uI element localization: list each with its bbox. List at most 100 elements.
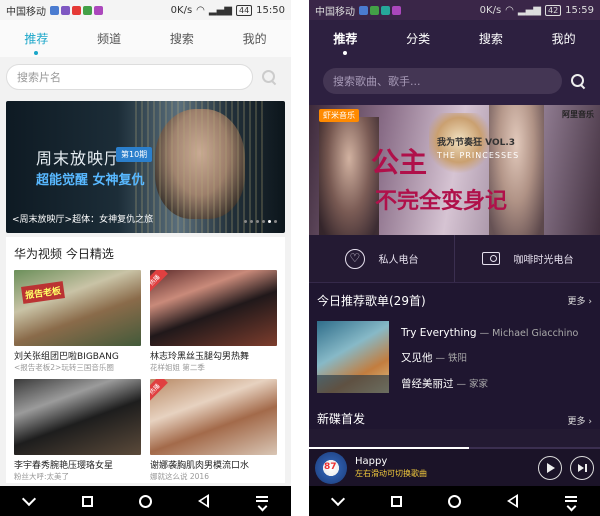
screen-divider	[291, 0, 309, 516]
search-input[interactable]: 搜索歌曲、歌手...	[323, 68, 562, 94]
progress-fill	[309, 447, 470, 449]
new-albums-header: 新碟首发 更多 ›	[309, 409, 600, 429]
music-app-screen: 中国移动 0K/s ◠ ▂▄▆ 42 15:59 推荐 分类 搜索 我的 搜索歌…	[309, 0, 600, 516]
carousel-dot-active	[268, 220, 271, 223]
play-button[interactable]	[538, 455, 562, 480]
episode-badge: 第10期	[116, 147, 153, 162]
section-title: 华为视频 今日精选	[14, 247, 114, 261]
notification-app-icon	[94, 5, 103, 15]
video-thumbnail: 热播	[150, 379, 277, 455]
nav-collapse-button[interactable]	[17, 489, 41, 513]
song-item[interactable]: 又见他 — 铁阳	[401, 350, 578, 365]
recommend-playlist: Try Everything — Michael Giacchino 又见他 — 铁…	[309, 317, 600, 409]
video-card[interactable]: 报告老板 刘关张组团巴啦BIGBANG <报告老板2>玩转三国音乐圈	[14, 270, 141, 373]
banner-english-title: THE PRINCESSES	[437, 151, 520, 160]
carousel-dot	[262, 220, 265, 223]
tab-recommend[interactable]: 推荐	[325, 24, 365, 53]
video-card[interactable]: 热播 谢娜袭胸肌肉男模流口水 娜就这么说 2016	[150, 379, 277, 482]
song-artist: — Michael Giacchino	[479, 327, 579, 339]
carousel-dots	[244, 220, 277, 223]
song-artist: — 家家	[456, 379, 489, 391]
search-row: 搜索歌曲、歌手...	[309, 57, 600, 105]
banner-photo	[489, 105, 544, 235]
nav-recents-button[interactable]	[75, 489, 99, 513]
more-link[interactable]: 更多 ›	[568, 294, 592, 307]
nav-collapse-button[interactable]	[326, 489, 350, 513]
nav-notification-button[interactable]	[559, 489, 583, 513]
heart-icon	[344, 248, 365, 269]
playback-progress	[309, 447, 600, 449]
notification-app-icon	[61, 5, 70, 15]
video-card[interactable]: 热播 林志玲黑丝玉腿勾男热舞 花样姐姐 第二季	[150, 270, 277, 373]
xiami-logo: 虾米音乐	[319, 109, 359, 122]
status-bar: 中国移动 0K/s ◠ ▂▄▆ 42 15:59	[309, 0, 600, 20]
video-title: 谢娜袭胸肌肉男模流口水	[150, 461, 250, 471]
hot-badge: 热播	[150, 270, 168, 294]
next-button[interactable]	[570, 455, 594, 480]
clock: 15:59	[565, 4, 594, 16]
recommend-header: 今日推荐歌单(29首) 更多 ›	[309, 283, 600, 317]
radio-label: 咖啡时光电台	[513, 255, 574, 266]
carousel-dot	[250, 220, 253, 223]
more-link[interactable]: 更多 ›	[568, 414, 592, 427]
triangle-back-icon	[507, 494, 519, 508]
top-tabs: 推荐 分类 搜索 我的	[309, 20, 600, 57]
search-icon[interactable]	[261, 69, 277, 85]
new-albums-title: 新碟首发	[317, 412, 366, 426]
clock: 15:50	[256, 4, 285, 16]
tab-categories[interactable]: 分类	[398, 24, 438, 53]
pull-down-icon	[564, 495, 577, 507]
tab-recommend[interactable]: 推荐	[16, 24, 56, 53]
show-logo: 报告老板	[21, 281, 65, 304]
featured-banner[interactable]: 周末放映厅 第10期 超能觉醒 女神复仇 <周末放映厅>超体：女神复仇之旅	[6, 101, 285, 233]
private-radio-button[interactable]: 私人电台	[309, 235, 455, 282]
coffee-radio-button[interactable]: 咖啡时光电台	[455, 235, 600, 282]
tab-channels[interactable]: 频道	[89, 24, 129, 53]
banner-subheadline: 不完全变身记	[375, 188, 508, 214]
video-title: 李宇春秀腕艳压璎珞女星	[14, 461, 114, 471]
playlist-cover[interactable]	[317, 321, 389, 393]
nav-home-button[interactable]	[133, 489, 157, 513]
search-row: 搜索片名	[0, 57, 291, 97]
alibaba-music-logo: 阿里音乐	[562, 110, 594, 119]
notification-app-icon	[370, 5, 379, 15]
notification-app-icon	[359, 5, 368, 15]
carousel-dot	[244, 220, 247, 223]
circle-icon	[138, 494, 152, 508]
system-nav-bar	[309, 486, 600, 516]
tab-search[interactable]: 搜索	[162, 24, 202, 53]
network-speed: 0K/s	[479, 4, 502, 16]
now-playing-title: Happy	[355, 455, 388, 467]
search-input[interactable]: 搜索片名	[6, 64, 253, 90]
tab-search[interactable]: 搜索	[471, 24, 511, 53]
wifi-icon: ◠	[196, 4, 205, 16]
carrier-label: 中国移动	[315, 6, 355, 18]
song-title: 曾经美丽过	[401, 378, 454, 391]
notification-app-icon	[392, 5, 401, 15]
wifi-icon: ◠	[505, 4, 514, 16]
mini-player[interactable]: Happy 左右滑动可切换歌曲	[309, 447, 600, 486]
nav-back-button[interactable]	[192, 489, 216, 513]
top-tabs: 推荐 频道 搜索 我的	[0, 20, 291, 57]
nav-back-button[interactable]	[501, 489, 525, 513]
video-card[interactable]: 李宇春秀腕艳压璎珞女星 粉丝大呼:太美了	[14, 379, 141, 482]
song-item[interactable]: 曾经美丽过 — 家家	[401, 376, 578, 391]
song-item[interactable]: Try Everything — Michael Giacchino	[401, 327, 578, 339]
album-banner[interactable]: 虾米音乐 阿里音乐 公主 我为节奏狂 VOL.3 THE PRINCESSES …	[309, 105, 600, 235]
tab-mine[interactable]: 我的	[235, 24, 275, 53]
nav-home-button[interactable]	[442, 489, 466, 513]
notification-app-icon	[381, 5, 390, 15]
video-title: 林志玲黑丝玉腿勾男热舞	[150, 352, 250, 362]
now-playing-cover[interactable]	[315, 451, 347, 484]
system-nav-bar	[0, 486, 291, 516]
tab-mine[interactable]: 我的	[544, 24, 584, 53]
search-icon[interactable]	[570, 73, 586, 89]
recommend-title: 今日推荐歌单(29首)	[317, 293, 426, 308]
network-speed: 0K/s	[170, 4, 193, 16]
video-thumbnail	[14, 379, 141, 455]
banner-show-title: 周末放映厅	[36, 149, 122, 168]
video-title: 刘关张组团巴啦BIGBANG	[14, 352, 119, 362]
nav-notification-button[interactable]	[250, 489, 274, 513]
banner-caption: <周末放映厅>超体：女神复仇之旅	[12, 215, 154, 225]
nav-recents-button[interactable]	[384, 489, 408, 513]
